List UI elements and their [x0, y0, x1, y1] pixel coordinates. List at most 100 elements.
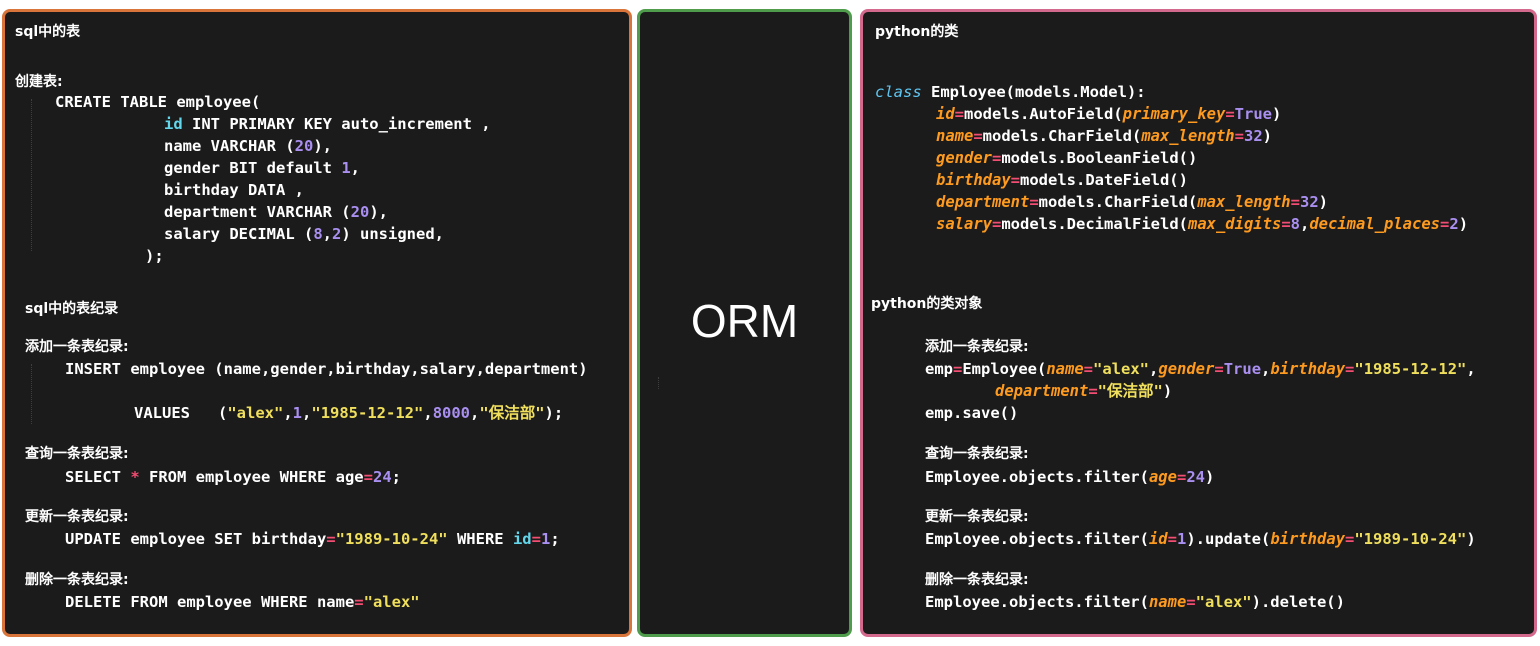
token: department VARCHAR ( [164, 203, 351, 221]
token: "保洁部" [1097, 382, 1163, 400]
token: ); [544, 404, 564, 422]
token: ) [1318, 193, 1328, 211]
token: = [1176, 468, 1187, 486]
token: = [1234, 127, 1244, 145]
column-id: id INT PRIMARY KEY auto_increment , [164, 114, 491, 134]
token: "alex" [363, 593, 420, 611]
token: True [1223, 360, 1262, 378]
token: = [354, 593, 364, 611]
token: = [1010, 171, 1020, 189]
token: = [953, 360, 963, 378]
token: department [936, 193, 1030, 211]
indent-guide [658, 377, 659, 389]
indent-guide [31, 364, 32, 424]
emp-create-continuation: department="保洁部") [995, 381, 1172, 401]
token: WHERE [447, 530, 513, 548]
token: models.CharField( [1038, 193, 1198, 211]
token: ) [1458, 215, 1469, 233]
records-title: sql中的表纪录 [25, 301, 119, 317]
column-name: name VARCHAR (20), [164, 136, 332, 156]
token: DELETE FROM employee WHERE name [65, 593, 355, 611]
save-line: emp.save() [925, 404, 1019, 422]
token: gender [936, 149, 992, 167]
token: 24 [1186, 468, 1205, 486]
token: max_length [1197, 193, 1291, 211]
token: = [1167, 530, 1177, 548]
token: , [302, 404, 312, 422]
token: name [1046, 360, 1084, 378]
token: ) [1162, 382, 1173, 400]
select-line: SELECT * FROM employee WHERE age=24; [65, 467, 401, 487]
token: 32 [1299, 193, 1319, 211]
token: "alex" [1195, 593, 1252, 611]
token: 1 [292, 404, 303, 422]
token: class [875, 83, 922, 101]
token: FROM employee WHERE age [139, 468, 364, 486]
orm-label: ORM [690, 295, 799, 347]
token: = [363, 468, 373, 486]
token: id [936, 105, 955, 123]
token: SELECT [65, 468, 131, 486]
token: age [1148, 468, 1177, 486]
token: max_digits [1187, 215, 1282, 233]
token: id [164, 115, 183, 133]
token: birthday [1270, 360, 1346, 378]
token: ).delete() [1251, 593, 1345, 611]
token: 1 [1176, 530, 1187, 548]
column-birthday: birthday DATA , [164, 181, 304, 199]
token: = [1281, 215, 1291, 233]
token: 8 [1290, 215, 1300, 233]
token: , [283, 404, 293, 422]
token: "1985-12-12" [1354, 360, 1467, 378]
add-label: 添加一条表纪录: [925, 339, 1029, 355]
token: ) [1466, 530, 1476, 548]
token: models.DateField() [1020, 171, 1188, 189]
token: 2 [1449, 215, 1459, 233]
field-salary: salary=models.DecimalField(max_digits=8,… [936, 214, 1468, 234]
token: True [1234, 105, 1272, 123]
token: Employee.objects.filter( [925, 593, 1149, 611]
token: 20 [350, 203, 370, 221]
token: "1989-10-24" [335, 530, 448, 548]
token: Employee.objects.filter( [925, 530, 1149, 548]
token: = [973, 127, 983, 145]
delete-label: 删除一条表纪录: [25, 572, 129, 588]
token: Employee( [962, 360, 1047, 378]
token: id [512, 530, 532, 548]
token: ) unsigned, [341, 225, 444, 243]
token: "1989-10-24" [1354, 530, 1467, 548]
token: = [531, 530, 541, 548]
token: salary DECIMAL ( [164, 225, 314, 243]
token: Employee.objects.filter( [925, 468, 1149, 486]
delete-line: Employee.objects.filter(name="alex").del… [925, 592, 1345, 612]
field-name: name=models.CharField(max_length=32) [936, 126, 1272, 146]
token: INT PRIMARY KEY auto_increment , [182, 115, 491, 133]
token: ), [369, 203, 388, 221]
create-close: ); [145, 247, 164, 265]
token: ).update( [1186, 530, 1271, 548]
token: , [423, 404, 433, 422]
token: "alex" [1093, 360, 1150, 378]
token: 20 [294, 137, 314, 155]
orm-panel: ORM [637, 9, 852, 637]
token: = [326, 530, 336, 548]
update-line: UPDATE employee SET birthday="1989-10-24… [65, 529, 560, 549]
panel-title: python的类 [875, 24, 959, 40]
token: = [992, 149, 1002, 167]
token: gender BIT default [164, 159, 342, 177]
values-line: VALUES ("alex",1,"1985-12-12",8000,"保洁部"… [134, 403, 563, 423]
token: Employee(models.Model): [921, 83, 1146, 101]
token: department [995, 382, 1089, 400]
token: , [1466, 360, 1476, 378]
token: = [1290, 193, 1300, 211]
token: name [936, 127, 974, 145]
objects-title: python的类对象 [871, 296, 983, 312]
select-label: 查询一条表纪录: [25, 446, 129, 462]
insert-line: INSERT employee (name,gender,birthday,sa… [65, 360, 588, 378]
query-label: 查询一条表纪录: [925, 446, 1029, 462]
python-panel: python的类 class Employee(models.Model): i… [860, 9, 1537, 637]
token: = [1088, 382, 1098, 400]
field-gender: gender=models.BooleanField() [936, 148, 1197, 168]
token: 24 [372, 468, 392, 486]
class-line: class Employee(models.Model): [875, 82, 1146, 102]
